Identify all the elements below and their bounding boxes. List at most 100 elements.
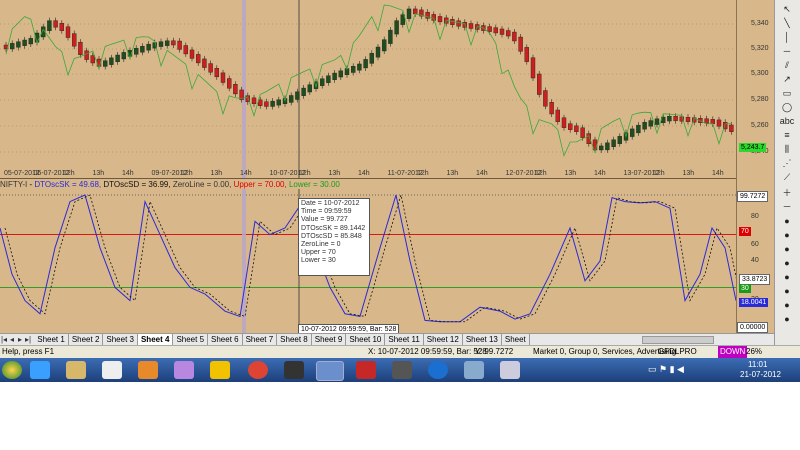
candle-body bbox=[710, 119, 715, 125]
zero-label: ZeroLine = 0.00, bbox=[172, 180, 232, 189]
candle-body bbox=[251, 97, 257, 105]
candle-body bbox=[158, 41, 164, 47]
candle-body bbox=[78, 41, 83, 55]
candle-body bbox=[537, 73, 542, 95]
green-dot-icon[interactable]: ● bbox=[778, 258, 796, 268]
candle-body bbox=[382, 39, 387, 52]
status-symbol: GFDLPRO bbox=[658, 347, 697, 356]
candle-body bbox=[326, 75, 331, 83]
tray-icons[interactable]: ▭ ⚑ ▮ ◀ bbox=[648, 364, 684, 375]
candle-body bbox=[307, 84, 312, 93]
app-icon[interactable] bbox=[102, 361, 122, 379]
candle-body bbox=[47, 20, 52, 32]
green-dot-icon[interactable]: ● bbox=[778, 216, 796, 226]
fan-tool-icon[interactable]: ⟋ bbox=[778, 172, 796, 182]
app-icon[interactable] bbox=[464, 361, 484, 379]
green-dot-icon[interactable]: ● bbox=[778, 230, 796, 240]
price-chart[interactable]: 05-07-201206-07-201212h 13h 14h 09-07-20121… bbox=[0, 0, 736, 178]
candle-body bbox=[276, 99, 281, 106]
app-icon[interactable] bbox=[392, 361, 412, 379]
status-percent: 26% bbox=[746, 347, 763, 356]
channel-tool-icon[interactable]: ⫽ bbox=[778, 60, 796, 70]
candle-body bbox=[65, 26, 71, 38]
rectangle-tool-icon[interactable]: ▭ bbox=[778, 88, 796, 98]
app-icon[interactable] bbox=[174, 361, 194, 379]
horizontal-line-icon[interactable]: ─ bbox=[778, 46, 796, 56]
candle-body bbox=[667, 115, 672, 122]
windows-taskbar: ▭ ⚑ ▮ ◀ 11:01 21-07-2012 bbox=[0, 358, 800, 382]
amibroker-icon[interactable] bbox=[316, 361, 344, 381]
price-axis: 5,340 5,320 5,300 5,280 5,260 5,240 5,24… bbox=[736, 0, 775, 178]
candle-body bbox=[233, 84, 238, 95]
candle-body bbox=[413, 8, 418, 15]
arrow-tool-icon[interactable]: ↗ bbox=[778, 74, 796, 84]
data-tooltip: Date = 10-07-2012 Time = 09:59:59 Value … bbox=[298, 198, 370, 276]
sheet-scrollbar[interactable] bbox=[642, 335, 714, 344]
candle-body bbox=[363, 59, 368, 69]
candle-body bbox=[648, 120, 653, 127]
candle-body bbox=[16, 41, 21, 48]
lagging-line bbox=[5, 4, 732, 158]
time-axis-label: 13h bbox=[565, 170, 577, 177]
clock-date[interactable]: 21-07-2012 bbox=[740, 370, 781, 379]
cursor-tool-icon[interactable]: ↖ bbox=[778, 4, 796, 14]
candle-body bbox=[208, 63, 213, 73]
app-icon[interactable] bbox=[356, 361, 376, 379]
app-icon[interactable] bbox=[500, 361, 520, 379]
price-axis-label: 5,280 bbox=[751, 96, 769, 103]
folder-icon[interactable] bbox=[66, 361, 86, 379]
price-chart-pane[interactable]: 05-07-2012 06-07-2012 12h 13h 14h 09-07-2012 1… bbox=[0, 0, 736, 178]
media-icon[interactable] bbox=[138, 361, 158, 379]
green-dot-icon[interactable]: ● bbox=[778, 286, 796, 296]
candle-body bbox=[146, 43, 151, 51]
candle-body bbox=[289, 95, 294, 103]
candle-body bbox=[171, 40, 176, 46]
candle-body bbox=[177, 40, 182, 50]
time-axis-label: 13h bbox=[93, 170, 105, 177]
candle-body bbox=[406, 8, 412, 19]
time-axis-label: 13h bbox=[447, 170, 459, 177]
candle-body bbox=[518, 36, 523, 52]
green-dot-icon[interactable]: ● bbox=[778, 314, 796, 324]
tooltip-line: Upper = 70 bbox=[301, 249, 336, 257]
tooltip-line: DTOscSD = 85.848 bbox=[301, 232, 362, 240]
time-axis-label: 14h bbox=[712, 170, 724, 177]
video-icon[interactable] bbox=[284, 361, 304, 379]
candle-body bbox=[456, 20, 461, 27]
time-axis-label: 12h bbox=[653, 170, 665, 177]
candle-body bbox=[115, 54, 120, 63]
ellipse-tool-icon[interactable]: ◯ bbox=[778, 102, 796, 112]
candle-body bbox=[685, 116, 691, 122]
fibonacci-tool-icon[interactable]: ≡ bbox=[778, 130, 796, 140]
candle-body bbox=[226, 78, 232, 89]
text-tool-icon[interactable]: abc bbox=[778, 116, 796, 126]
green-dot-icon[interactable]: ● bbox=[778, 244, 796, 254]
candle-body bbox=[605, 142, 610, 151]
zoom-in-icon[interactable]: ＋ bbox=[778, 188, 796, 198]
candle-body bbox=[506, 30, 511, 37]
green-dot-icon[interactable]: ● bbox=[778, 300, 796, 310]
tooltip-line: Lower = 30 bbox=[301, 257, 336, 265]
candle-body bbox=[59, 23, 64, 31]
app-icon[interactable] bbox=[210, 361, 230, 379]
candle-body bbox=[183, 45, 189, 55]
candle-body bbox=[568, 123, 573, 130]
cycles-tool-icon[interactable]: ⫼ bbox=[778, 144, 796, 154]
start-button[interactable] bbox=[2, 361, 22, 379]
clock-time[interactable]: 11:01 bbox=[748, 360, 767, 369]
zoom-out-icon[interactable]: － bbox=[778, 202, 796, 212]
candle-body bbox=[214, 67, 220, 78]
green-dot-icon[interactable]: ● bbox=[778, 272, 796, 282]
line-tool-icon[interactable]: ╲ bbox=[778, 18, 796, 28]
candle-body bbox=[729, 124, 734, 132]
chrome-icon[interactable] bbox=[248, 361, 268, 379]
ie-icon[interactable] bbox=[30, 361, 50, 379]
dell-icon[interactable] bbox=[428, 361, 448, 379]
gann-tool-icon[interactable]: ⋰ bbox=[778, 158, 796, 168]
indicator-axis-label: 40 bbox=[751, 257, 759, 264]
time-axis-label: 14h bbox=[358, 170, 370, 177]
candle-body bbox=[164, 40, 170, 46]
candle-body bbox=[295, 91, 300, 100]
vertical-line-icon[interactable]: │ bbox=[778, 32, 796, 42]
indicator-axis-label: 80 bbox=[751, 213, 759, 220]
